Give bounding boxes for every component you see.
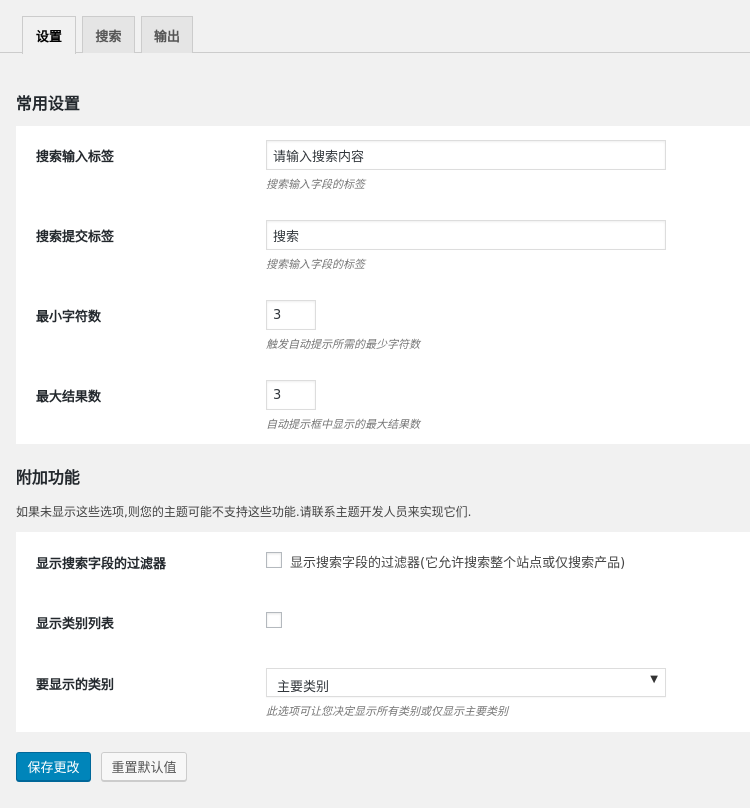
tab-settings[interactable]: 设置 <box>22 16 76 54</box>
max-results-label: 最大结果数 <box>36 390 102 405</box>
categories-select-description: 此选项可让您决定显示所有类别或仅显示主要类别 <box>266 705 508 718</box>
reset-defaults-button[interactable]: 重置默认值 <box>101 752 187 781</box>
categories-select-value: 主要类别 <box>277 680 330 695</box>
general-settings-panel <box>16 126 750 444</box>
general-settings-title: 常用设置 <box>16 94 81 113</box>
search-submit-label-label: 搜索提交标签 <box>36 230 115 245</box>
filter-checkbox-label[interactable]: 显示搜索字段的过滤器(它允许搜索整个站点或仅搜索产品) <box>290 552 625 571</box>
tab-output[interactable]: 输出 <box>141 16 193 53</box>
min-chars-field[interactable] <box>266 300 316 330</box>
extras-title: 附加功能 <box>16 468 81 487</box>
tab-search[interactable]: 搜索 <box>82 16 135 53</box>
filter-label: 显示搜索字段的过滤器 <box>36 557 167 572</box>
category-list-checkbox[interactable] <box>266 612 282 628</box>
min-chars-label: 最小字符数 <box>36 310 102 325</box>
category-list-label: 显示类别列表 <box>36 617 115 632</box>
search-submit-label-description: 搜索输入字段的标签 <box>266 258 365 271</box>
search-input-label-description: 搜索输入字段的标签 <box>266 178 365 191</box>
settings-tabs: 设置 搜索 输出 <box>0 0 750 54</box>
extras-note: 如果未显示这些选项,则您的主题可能不支持这些功能.请联系主题开发人员来实现它们. <box>16 505 472 519</box>
search-input-label-label: 搜索输入标签 <box>36 150 115 165</box>
max-results-description: 自动提示框中显示的最大结果数 <box>266 418 420 431</box>
save-changes-button[interactable]: 保存更改 <box>16 752 91 781</box>
min-chars-description: 触发自动提示所需的最少字符数 <box>266 338 420 351</box>
filter-checkbox[interactable] <box>266 552 282 568</box>
categories-to-show-label: 要显示的类别 <box>36 678 115 693</box>
dropdown-arrow-icon: ▼ <box>650 674 658 685</box>
search-submit-label-field[interactable] <box>266 220 666 250</box>
categories-select[interactable]: 主要类别 ▼ <box>266 668 666 697</box>
max-results-field[interactable] <box>266 380 316 410</box>
search-input-label-field[interactable] <box>266 140 666 170</box>
